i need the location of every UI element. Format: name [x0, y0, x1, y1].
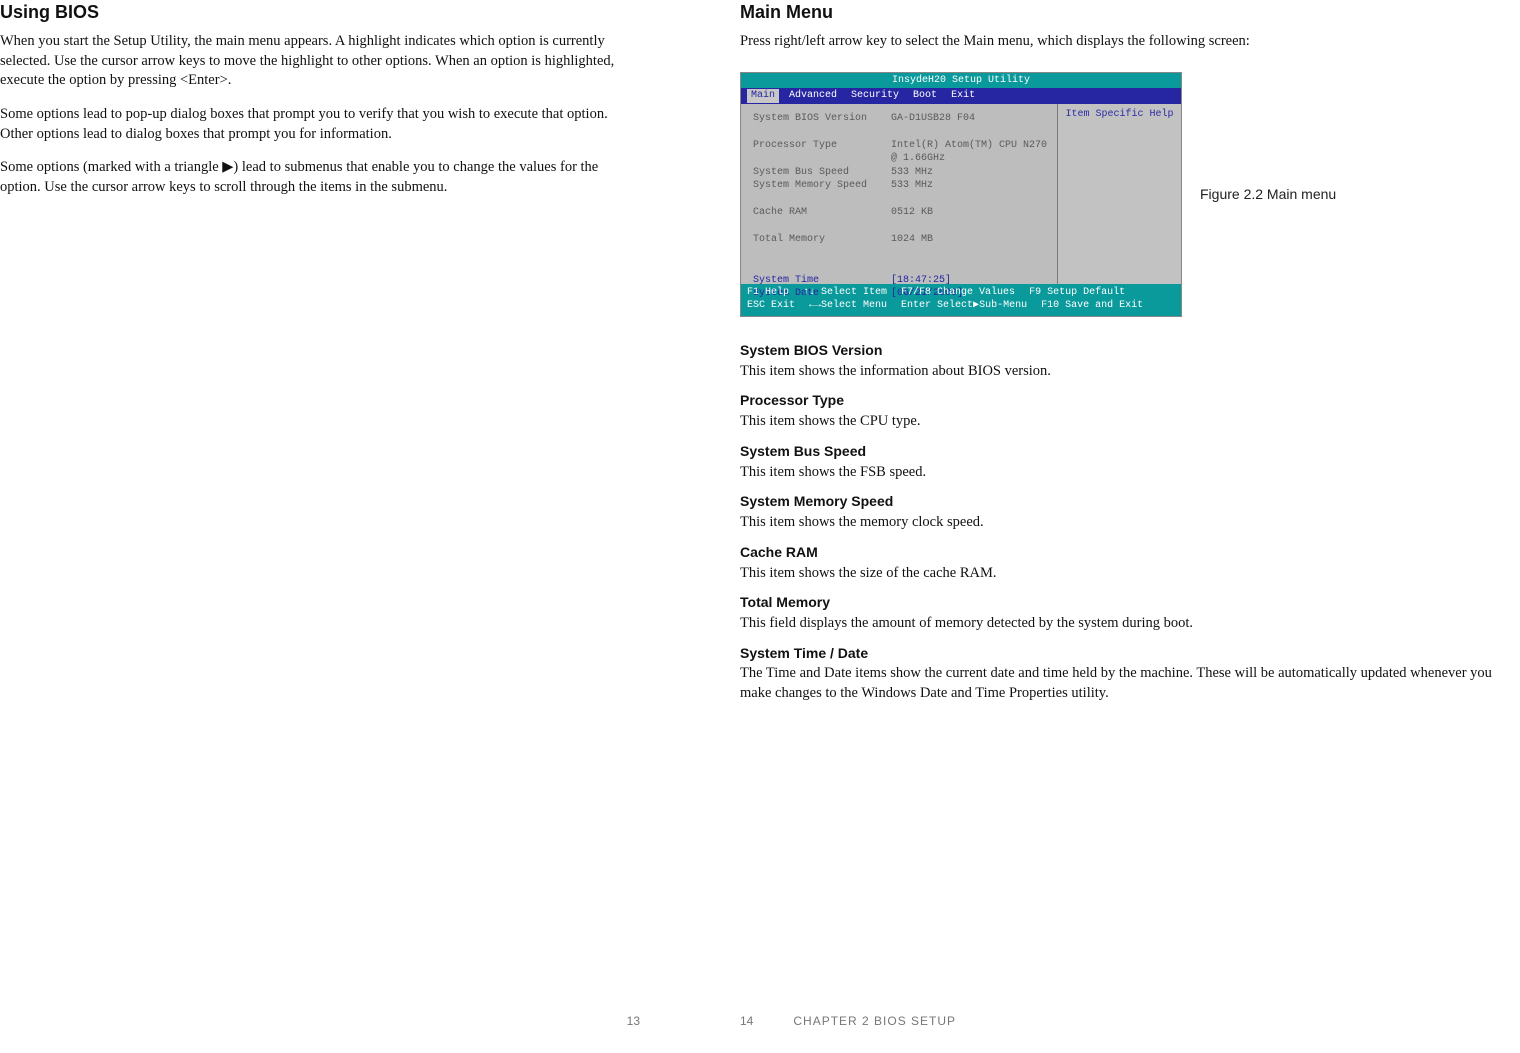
page-left: Using BIOS When you start the Setup Util… [0, 0, 700, 1003]
bios-change-values: F7/F8 Change Values [901, 286, 1015, 300]
bios-figure: InsydeH20 Setup Utility Main Advanced Se… [740, 72, 1182, 317]
bios-time-value: [18:47:25] [891, 275, 951, 286]
bios-title: InsydeH20 Setup Utility [741, 73, 1181, 89]
bios-row-blank1 [753, 125, 1047, 139]
items-block: System BIOS Version This item shows the … [740, 341, 1520, 704]
bios-proc-value: Intel(R) Atom(TM) CPU N270 [891, 140, 1047, 151]
left-p3: Some options (marked with a triangle ▶) … [0, 158, 640, 197]
item-6: System Time / Date The Time and Date ite… [740, 644, 1520, 704]
right-heading: Main Menu [740, 0, 1520, 24]
item-3-p: This item shows the memory clock speed. [740, 513, 1520, 533]
bios-esc-exit: ESC Exit [747, 299, 795, 313]
bios-main-panel: System BIOS Version GA-D1USB28 F04 Proce… [741, 104, 1057, 284]
item-6-p: The Time and Date items show the current… [740, 664, 1520, 703]
bios-select-item: ↑↓ Select Item [803, 286, 887, 300]
page-number-right: 14 [740, 1013, 753, 1029]
bios-tab-security[interactable]: Security [847, 89, 903, 103]
item-3: System Memory Speed This item shows the … [740, 492, 1520, 532]
bios-row-blank4 [753, 247, 1047, 261]
bios-row-total: Total Memory 1024 MB [753, 233, 1047, 247]
item-5: Total Memory This field displays the amo… [740, 593, 1520, 633]
bios-bus-value: 533 MHz [891, 167, 933, 178]
bios-total-label: Total Memory [753, 234, 825, 245]
bios-footer-line1: F1 Help ↑↓ Select Item F7/F8 Change Valu… [747, 286, 1175, 300]
bios-help-panel: Item Specific Help [1057, 104, 1181, 284]
bios-setup-default: F9 Setup Default [1029, 286, 1125, 300]
bios-memspd-value: 533 MHz [891, 180, 933, 191]
left-heading: Using BIOS [0, 0, 640, 24]
bios-footer-line2: ESC Exit ←→Select Menu Enter Select▶Sub-… [747, 299, 1175, 313]
bios-select-menu: ←→Select Menu [809, 299, 887, 313]
item-1: Processor Type This item shows the CPU t… [740, 391, 1520, 431]
bios-row-blank3 [753, 220, 1047, 234]
figure-row: InsydeH20 Setup Utility Main Advanced Se… [740, 72, 1520, 317]
bios-menubar: Main Advanced Security Boot Exit [741, 88, 1181, 104]
bios-proc-label: Processor Type [753, 140, 837, 151]
page-number-left: 13 [627, 1014, 640, 1028]
bios-save-exit: F10 Save and Exit [1041, 299, 1143, 313]
item-5-p: This field displays the amount of memory… [740, 614, 1520, 634]
bios-row-proc2: @ 1.66GHz [753, 152, 1047, 166]
item-1-p: This item shows the CPU type. [740, 412, 1520, 432]
item-4-h: Cache RAM [740, 543, 1520, 562]
bios-cache-value: 0512 KB [891, 207, 933, 218]
bios-proc-value2: @ 1.66GHz [891, 153, 945, 164]
item-3-h: System Memory Speed [740, 492, 1520, 511]
footer-left: 13 [0, 1013, 660, 1029]
item-4-p: This item shows the size of the cache RA… [740, 564, 1520, 584]
item-4: Cache RAM This item shows the size of th… [740, 543, 1520, 583]
bios-help-title: Item Specific Help [1058, 108, 1181, 122]
item-0-p: This item shows the information about BI… [740, 362, 1520, 382]
bios-bios-ver-value: GA-D1USB28 F04 [891, 113, 975, 124]
bios-tab-main[interactable]: Main [747, 89, 779, 103]
item-5-h: Total Memory [740, 593, 1520, 612]
bios-tab-exit[interactable]: Exit [947, 89, 979, 103]
bios-row-proc: Processor Type Intel(R) Atom(TM) CPU N27… [753, 139, 1047, 153]
item-2-p: This item shows the FSB speed. [740, 463, 1520, 483]
bios-f1-help: F1 Help [747, 286, 789, 300]
bios-row-cache: Cache RAM 0512 KB [753, 206, 1047, 220]
bios-memspd-label: System Memory Speed [753, 180, 867, 191]
item-1-h: Processor Type [740, 391, 1520, 410]
page-right: Main Menu Press right/left arrow key to … [740, 0, 1520, 1003]
bios-row-memspd: System Memory Speed 533 MHz [753, 179, 1047, 193]
bios-row-blank5 [753, 260, 1047, 274]
item-2-h: System Bus Speed [740, 442, 1520, 461]
bios-row-bus: System Bus Speed 533 MHz [753, 166, 1047, 180]
bios-select-submenu: Enter Select▶Sub-Menu [901, 299, 1027, 313]
footer-right: 14 CHAPTER 2 BIOS SETUP [740, 1013, 1500, 1029]
left-p1: When you start the Setup Utility, the ma… [0, 32, 640, 91]
item-0: System BIOS Version This item shows the … [740, 341, 1520, 381]
item-2: System Bus Speed This item shows the FSB… [740, 442, 1520, 482]
left-p2: Some options lead to pop-up dialog boxes… [0, 105, 640, 144]
bios-tab-boot[interactable]: Boot [909, 89, 941, 103]
item-6-h: System Time / Date [740, 644, 1520, 663]
bios-bus-label: System Bus Speed [753, 167, 849, 178]
bios-body: System BIOS Version GA-D1USB28 F04 Proce… [741, 104, 1181, 284]
bios-tab-advanced[interactable]: Advanced [785, 89, 841, 103]
bios-cache-label: Cache RAM [753, 207, 807, 218]
bios-row-bios-version: System BIOS Version GA-D1USB28 F04 [753, 112, 1047, 126]
right-p1: Press right/left arrow key to select the… [740, 32, 1520, 52]
item-0-h: System BIOS Version [740, 341, 1520, 360]
figure-label: Figure 2.2 Main menu [1200, 185, 1336, 204]
bios-time-label: System Time [753, 275, 819, 286]
bios-bios-ver-label: System BIOS Version [753, 113, 867, 124]
bios-total-value: 1024 MB [891, 234, 933, 245]
chapter-title: CHAPTER 2 BIOS SETUP [793, 1013, 956, 1029]
bios-row-blank2 [753, 193, 1047, 207]
